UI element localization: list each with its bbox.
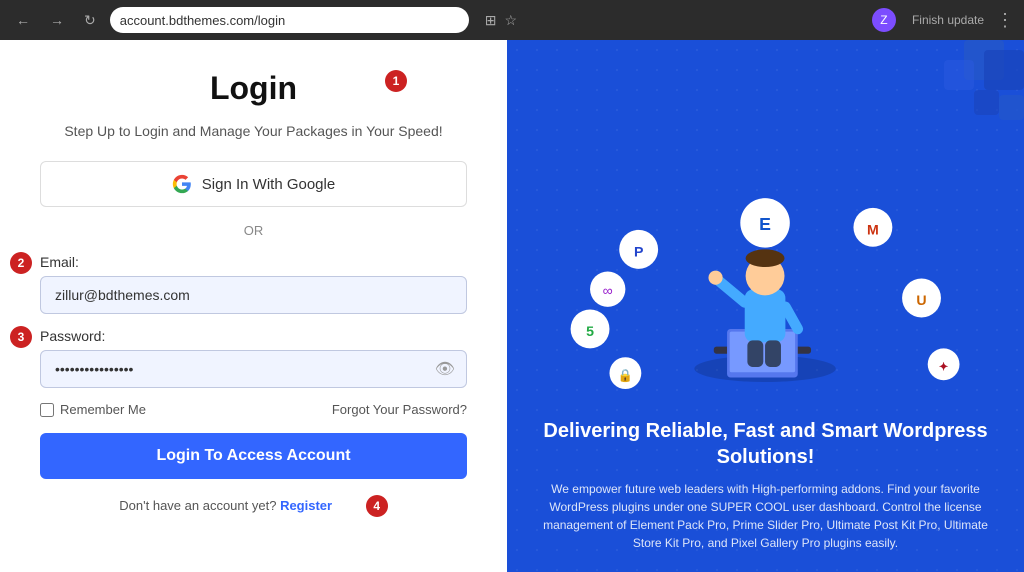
svg-text:🔒: 🔒 bbox=[618, 368, 633, 382]
password-wrapper: 👁 bbox=[40, 350, 467, 388]
email-label: Email: 2 bbox=[40, 254, 467, 270]
right-panel: E M P 5 🔒 U ∞ bbox=[507, 40, 1024, 572]
svg-text:U: U bbox=[916, 292, 926, 308]
annotation-4: 4 bbox=[366, 495, 388, 517]
google-icon bbox=[172, 174, 192, 194]
svg-text:5: 5 bbox=[586, 323, 594, 339]
google-btn-label: Sign In With Google bbox=[202, 176, 335, 193]
svg-text:∞: ∞ bbox=[603, 282, 613, 298]
annotation-3: 3 bbox=[10, 326, 32, 348]
bookmark-icon[interactable]: ☆ bbox=[504, 12, 517, 29]
login-panel: Login 1 Step Up to Login and Manage Your… bbox=[0, 40, 507, 572]
right-text-block: Delivering Reliable, Fast and Smart Word… bbox=[537, 418, 994, 552]
forgot-password-link[interactable]: Forgot Your Password? bbox=[332, 402, 467, 417]
remember-me-label[interactable]: Remember Me bbox=[40, 402, 146, 417]
password-field-wrapper: Password: 3 bbox=[40, 328, 467, 350]
google-signin-button[interactable]: Sign In With Google bbox=[40, 161, 467, 207]
svg-text:M: M bbox=[867, 221, 879, 237]
svg-text:E: E bbox=[759, 214, 771, 234]
profile-button[interactable]: Z bbox=[872, 8, 896, 32]
finish-update-text[interactable]: Finish update bbox=[912, 13, 984, 27]
password-input[interactable] bbox=[40, 350, 467, 388]
blue-squares-decoration bbox=[864, 40, 1024, 170]
illustration-area: E M P 5 🔒 U ∞ bbox=[537, 188, 994, 408]
or-divider: OR bbox=[40, 223, 467, 238]
menu-dots[interactable]: ⋮ bbox=[996, 10, 1014, 31]
password-toggle-icon[interactable]: 👁 bbox=[435, 359, 455, 379]
refresh-button[interactable]: ↻ bbox=[78, 8, 102, 33]
login-button[interactable]: Login To Access Account bbox=[40, 433, 467, 479]
illustration-svg: E M P 5 🔒 U ∞ bbox=[537, 188, 994, 408]
forward-button[interactable]: → bbox=[44, 8, 70, 32]
right-heading: Delivering Reliable, Fast and Smart Word… bbox=[537, 418, 994, 470]
register-row: Don't have an account yet? Register 4 bbox=[40, 495, 467, 517]
address-bar[interactable] bbox=[110, 7, 469, 33]
browser-icons: ⊞ ☆ bbox=[485, 12, 517, 29]
register-link[interactable]: Register bbox=[280, 498, 332, 513]
remember-checkbox[interactable] bbox=[40, 403, 54, 417]
back-button[interactable]: ← bbox=[10, 8, 36, 32]
browser-chrome: ← → ↻ ⊞ ☆ Z Finish update ⋮ bbox=[0, 0, 1024, 40]
annotation-2: 2 bbox=[10, 252, 32, 274]
password-label: Password: 3 bbox=[40, 328, 467, 344]
right-subtext: We empower future web leaders with High-… bbox=[537, 480, 994, 552]
subtitle: Step Up to Login and Manage Your Package… bbox=[40, 123, 467, 139]
svg-text:P: P bbox=[634, 243, 643, 259]
cast-icon: ⊞ bbox=[485, 12, 497, 29]
main-content: Login 1 Step Up to Login and Manage Your… bbox=[0, 40, 1024, 572]
remember-forgot-row: Remember Me Forgot Your Password? bbox=[40, 402, 467, 417]
annotation-1: 1 bbox=[385, 70, 407, 92]
email-input[interactable] bbox=[40, 276, 467, 314]
svg-text:✦: ✦ bbox=[939, 361, 949, 373]
email-field-wrapper: Email: 2 bbox=[40, 254, 467, 276]
